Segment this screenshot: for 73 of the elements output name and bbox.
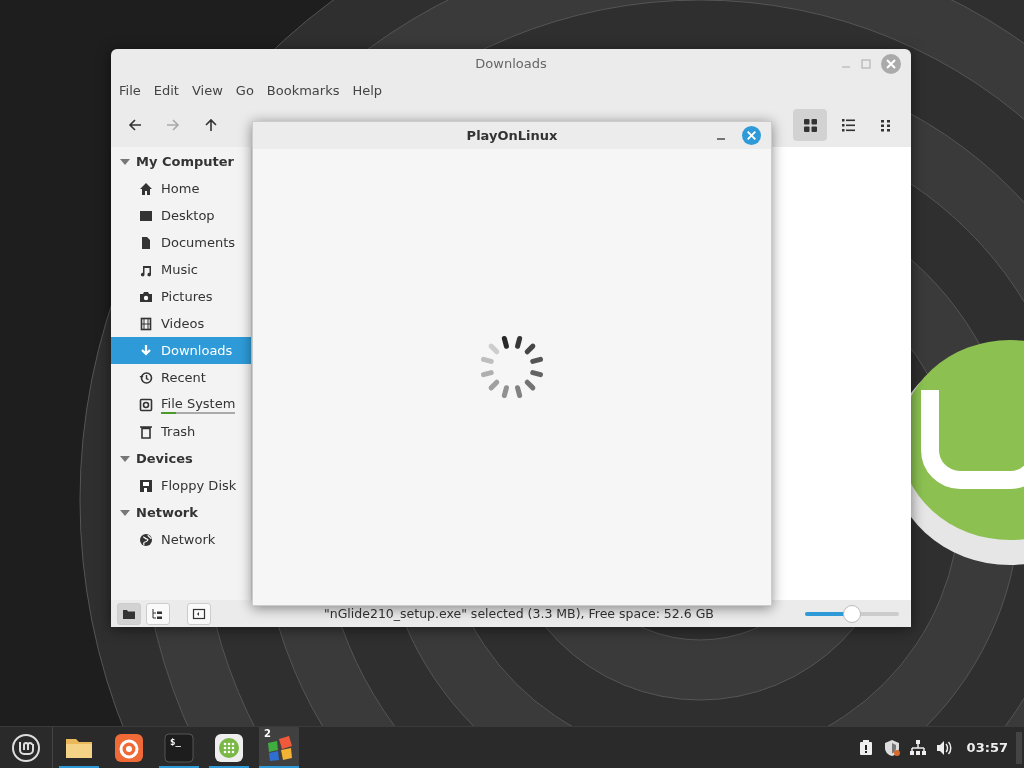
- home-icon: [139, 181, 153, 196]
- sidebar-item-label: Pictures: [161, 289, 213, 304]
- zoom-slider[interactable]: [805, 604, 899, 623]
- sidebar-item-label: Desktop: [161, 208, 215, 223]
- globe-icon: [139, 532, 153, 547]
- app-grid-icon: [214, 732, 244, 763]
- grid-view-icon: [802, 117, 818, 133]
- network-icon: [908, 738, 927, 757]
- sidebar-toggle-icon: [192, 606, 206, 621]
- view-mode-button[interactable]: [793, 109, 827, 141]
- sidebar-item[interactable]: Recent: [111, 364, 251, 391]
- sidebar-item[interactable]: Home: [111, 175, 251, 202]
- mint-logo-icon: [11, 732, 41, 763]
- sidebar-item[interactable]: File System: [111, 391, 251, 418]
- document-icon: [139, 235, 153, 250]
- sidebar-item[interactable]: Music: [111, 256, 251, 283]
- camera-icon: [139, 289, 153, 304]
- sidebar-item[interactable]: Trash: [111, 418, 251, 445]
- sidebar-item-label: Recent: [161, 370, 206, 385]
- list-view-icon: [840, 117, 856, 133]
- sidebar-heading[interactable]: Devices: [111, 445, 251, 472]
- menu-item[interactable]: Edit: [147, 82, 186, 98]
- sidebar-heading-label: Devices: [136, 451, 193, 466]
- sidebar-heading[interactable]: My Computer: [111, 148, 251, 175]
- window-count: 2: [264, 728, 271, 739]
- menu-item[interactable]: View: [185, 82, 230, 98]
- status-text: "nGlide210_setup.exe" selected (3.3 MB), Free space: 52.6 GB: [324, 606, 714, 621]
- history-icon: [139, 370, 153, 385]
- sidebar-item-label: Music: [161, 262, 198, 277]
- terminal-prompt: $_: [170, 737, 181, 747]
- sidebar-item[interactable]: Desktop: [111, 202, 251, 229]
- sidebar-item-label: Documents: [161, 235, 236, 250]
- close-icon[interactable]: [742, 126, 761, 145]
- terminal-icon: [164, 732, 194, 763]
- menu-item[interactable]: File: [113, 82, 148, 98]
- sidebar-item-label: Floppy Disk: [161, 478, 237, 493]
- sidebar-item-label: Downloads: [161, 343, 233, 358]
- zoom-slider-thumb[interactable]: [843, 604, 861, 623]
- download-icon: [139, 343, 153, 358]
- menu-item[interactable]: Go: [229, 82, 261, 98]
- film-icon: [139, 316, 153, 331]
- shield-icon: [882, 738, 901, 757]
- sidebar-heading[interactable]: Network: [111, 499, 251, 526]
- pane-button[interactable]: [146, 602, 170, 625]
- sidebar-item-label: Videos: [161, 316, 205, 331]
- menu-item[interactable]: Bookmarks: [260, 82, 347, 98]
- menu-item[interactable]: Help: [346, 82, 390, 98]
- drive-icon: [139, 397, 153, 412]
- taskbar-app[interactable]: $_: [159, 727, 199, 768]
- sidebar-item[interactable]: Pictures: [111, 283, 251, 310]
- pane-button[interactable]: [117, 602, 141, 625]
- sidebar-item-label: Home: [161, 181, 200, 196]
- sidebar-heading-label: My Computer: [136, 154, 234, 169]
- desktop-icon: [139, 208, 153, 223]
- left-arrow-icon: [128, 118, 142, 132]
- right-arrow-icon: [166, 118, 180, 132]
- pane-button[interactable]: [187, 602, 211, 625]
- sidebar-item-label: Network: [161, 532, 216, 547]
- clock: 03:57: [966, 740, 1008, 755]
- window-title: Downloads: [475, 55, 547, 71]
- sidebar-item[interactable]: Videos: [111, 310, 251, 337]
- trash-icon: [139, 424, 153, 439]
- taskbar-app[interactable]: 2: [259, 727, 299, 768]
- tree-icon: [151, 606, 165, 621]
- loading-spinner-icon: [479, 334, 545, 400]
- sidebar-heading-label: Network: [136, 505, 198, 520]
- sidebar-item[interactable]: Floppy Disk: [111, 472, 251, 499]
- dialog-title: PlayOnLinux: [466, 128, 558, 143]
- up-arrow-icon: [204, 118, 218, 132]
- sidebar-item[interactable]: Documents: [111, 229, 251, 256]
- sidebar-item-label: File System: [161, 395, 236, 411]
- sidebar-item-label: Trash: [161, 424, 196, 439]
- sidebar-item[interactable]: Network: [111, 526, 251, 553]
